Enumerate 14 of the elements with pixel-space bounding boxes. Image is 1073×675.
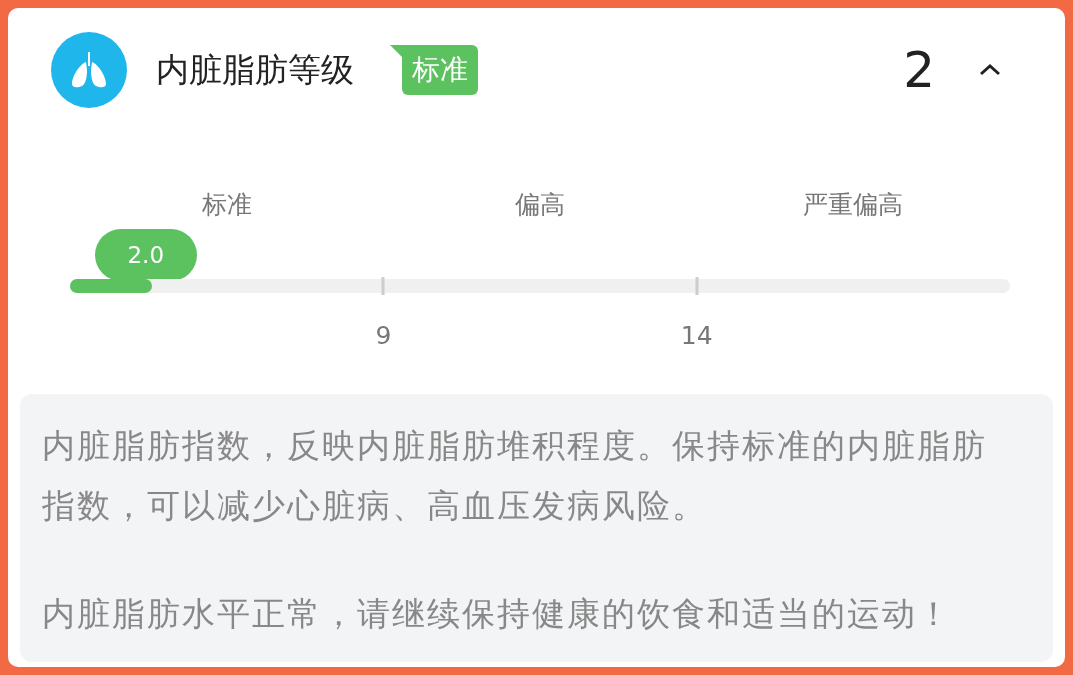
value-bubble: 2.0 — [94, 229, 197, 281]
tick-mark — [695, 277, 699, 295]
range-label: 标准 — [201, 189, 252, 221]
status-badge: 标准 — [390, 45, 478, 95]
description-text: 内脏脂肪指数，反映内脏脂肪堆积程度。保持标准的内脏脂肪指数，可以减少心脏病、高血压发病风险。 — [42, 425, 988, 527]
tick-label: 9 — [375, 321, 392, 350]
range-label: 偏高 — [515, 189, 565, 221]
collapse-button[interactable] — [977, 62, 1003, 78]
description-text: 内脏脂肪水平正常，请继续保持健康的饮食和适当的运动！ — [42, 593, 953, 635]
range-label: 严重偏高 — [803, 189, 904, 221]
section-title: 内脏脂肪等级 — [156, 48, 354, 91]
tick-mark — [381, 277, 385, 295]
value-text: 2 — [903, 41, 935, 99]
tick-label: 14 — [680, 321, 713, 350]
